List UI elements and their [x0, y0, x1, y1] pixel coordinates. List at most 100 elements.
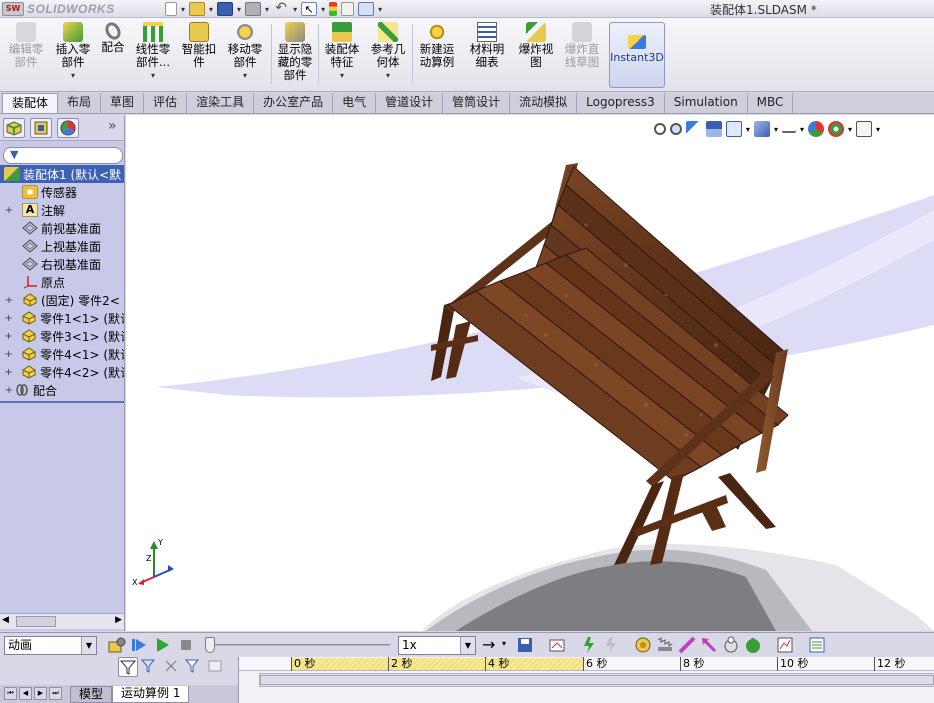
file-properties-icon[interactable] [341, 2, 355, 16]
tree-expander[interactable]: + [4, 349, 13, 360]
filter-selected-icon[interactable] [162, 657, 182, 677]
new-document-icon[interactable] [165, 2, 177, 16]
save-icon[interactable] [217, 2, 234, 16]
tab-simulation[interactable]: Simulation [665, 93, 748, 113]
tab-assembly[interactable]: 装配体 [2, 93, 59, 113]
tab-sketch[interactable]: 草图 [101, 93, 145, 113]
study-type-select[interactable]: 动画 ▼ [4, 636, 97, 655]
linear-pattern-dropdown-icon[interactable]: ▾ [151, 69, 155, 82]
bench-model-render[interactable] [126, 115, 934, 631]
tab-model[interactable]: 模型 [70, 686, 113, 703]
next-tab-icon[interactable]: ▶ [34, 687, 47, 700]
display-manager-tab-icon[interactable] [57, 118, 79, 138]
edit-component-button[interactable]: 编辑零 部件 [4, 22, 48, 88]
solidworks-logo[interactable]: SW SOLIDWORKS [2, 1, 115, 17]
print-icon[interactable] [245, 2, 262, 16]
tree-expander[interactable]: + [4, 331, 13, 342]
tab-office-products[interactable]: 办公室产品 [254, 93, 334, 113]
filter-animated-icon[interactable] [118, 657, 138, 677]
view-settings-dropdown-icon[interactable]: ▾ [876, 125, 880, 134]
tab-motion-study-1[interactable]: 运动算例 1 [112, 686, 190, 703]
reference-geometry-button[interactable]: 参考几 何体 ▾ [366, 22, 410, 88]
move-component-button[interactable]: 移动零 部件 ▾ [222, 22, 268, 88]
tree-expander[interactable]: + [4, 367, 13, 378]
insert-component-button[interactable]: 插入零 部件 ▾ [50, 22, 96, 88]
playback-mode-icon[interactable]: → [482, 636, 500, 654]
expand-panel-icon[interactable]: » [108, 118, 117, 134]
zoom-to-fit-icon[interactable] [653, 123, 666, 135]
tree-item-part2-fixed[interactable]: + (固定) 零件2< [0, 291, 124, 309]
hide-show-items-icon[interactable] [781, 125, 796, 133]
timeline-scrollbar-thumb[interactable] [260, 675, 934, 685]
playback-slider-thumb[interactable] [205, 637, 215, 653]
tree-item-top-plane[interactable]: 上视基准面 [0, 237, 124, 255]
add-key-icon[interactable] [602, 636, 620, 654]
playback-mode-dropdown-icon[interactable]: ▾ [502, 639, 506, 648]
view-settings-icon[interactable] [855, 121, 872, 137]
scroll-left-icon[interactable]: ◀ [2, 615, 9, 625]
graphics-viewport[interactable]: ▾ ▾ ▾ ▾ ▾ Y Z X [126, 115, 934, 631]
bom-button[interactable]: 材料明 细表 [465, 22, 509, 88]
scrollbar-thumb[interactable] [16, 616, 56, 627]
first-tab-icon[interactable]: ⏮ [4, 687, 17, 700]
assembly-feature-button[interactable]: 装配体 特征 ▾ [320, 22, 364, 88]
undo-dropdown-icon[interactable]: ▾ [293, 5, 297, 14]
damper-icon[interactable] [678, 636, 696, 654]
options-icon[interactable] [358, 2, 375, 16]
tree-filter-input[interactable]: ▼ [3, 147, 123, 164]
assembly-feature-dropdown-icon[interactable]: ▾ [340, 69, 344, 82]
tree-item-part3[interactable]: + 零件3<1> (默认 [0, 327, 124, 345]
reference-geometry-dropdown-icon[interactable]: ▾ [386, 69, 390, 82]
stop-icon[interactable] [177, 636, 195, 654]
undo-icon[interactable]: ↶ [273, 1, 289, 16]
tree-rollback-bar[interactable] [0, 401, 124, 403]
explode-line-sketch-button[interactable]: 爆炸直 线草图 [559, 22, 605, 88]
tab-layout[interactable]: 布局 [58, 93, 102, 113]
results-plots-icon[interactable] [776, 636, 794, 654]
last-tab-icon[interactable]: ⏭ [49, 687, 62, 700]
exploded-view-button[interactable]: 爆炸视 图 [514, 22, 558, 88]
edit-appearance-icon[interactable] [807, 121, 824, 137]
print-dropdown-icon[interactable]: ▾ [265, 5, 269, 14]
tab-flow-simulation[interactable]: 流动模拟 [510, 93, 578, 113]
tree-expander[interactable]: + [4, 313, 13, 324]
tab-electrical[interactable]: 电气 [333, 93, 377, 113]
playback-slider-track[interactable] [208, 644, 390, 646]
tree-item-sensors[interactable]: 传感器 [0, 183, 124, 201]
tree-item-annotations[interactable]: + A 注解 [0, 201, 124, 219]
insert-component-dropdown-icon[interactable]: ▾ [71, 69, 75, 82]
previous-tab-icon[interactable]: ◀ [19, 687, 32, 700]
new-motion-study-button[interactable]: 新建运 动算例 [415, 22, 459, 88]
tree-item-part1[interactable]: + 零件1<1> (默认 [0, 309, 124, 327]
study-type-dropdown-icon[interactable]: ▼ [81, 637, 96, 654]
save-dropdown-icon[interactable]: ▾ [237, 5, 241, 14]
tree-root-assembly[interactable]: 装配体1 (默认<默 [0, 165, 124, 183]
rebuild-icon[interactable] [329, 2, 338, 16]
view-orientation-dropdown-icon[interactable]: ▾ [746, 125, 750, 134]
tree-item-part4-2[interactable]: + 零件4<2> (默认 [0, 363, 124, 381]
tree-item-mates[interactable]: + 配合 [0, 381, 124, 399]
instant3d-button[interactable]: Instant3D [609, 22, 665, 88]
timeline-area[interactable]: 0 秒 2 秒 4 秒 6 秒 8 秒 10 秒 12 秒 [238, 657, 934, 703]
collapse-tree-icon[interactable] [206, 657, 226, 677]
section-view-icon[interactable] [705, 121, 722, 137]
save-animation-icon[interactable] [516, 636, 534, 654]
tree-item-part4-1[interactable]: + 零件4<1> (默认 [0, 345, 124, 363]
apply-scene-dropdown-icon[interactable]: ▾ [848, 125, 852, 134]
spring-icon[interactable] [656, 636, 674, 654]
options-dropdown-icon[interactable]: ▾ [378, 5, 382, 14]
tab-tubing[interactable]: 管筒设计 [443, 93, 511, 113]
tree-item-front-plane[interactable]: 前视基准面 [0, 219, 124, 237]
smart-fastener-button[interactable]: 智能扣 件 [177, 22, 221, 88]
tab-mbc[interactable]: MBC [748, 93, 794, 113]
playback-speed-dropdown-icon[interactable]: ▼ [460, 637, 475, 654]
property-manager-tab-icon[interactable] [30, 118, 52, 138]
tree-horizontal-scrollbar[interactable]: ◀ ▶ [0, 613, 124, 629]
display-style-icon[interactable] [753, 121, 770, 137]
animation-wizard-icon[interactable] [548, 636, 566, 654]
linear-pattern-button[interactable]: 线性零 部件... ▾ [131, 22, 175, 88]
new-dropdown-icon[interactable]: ▾ [181, 5, 185, 14]
move-component-dropdown-icon[interactable]: ▾ [243, 69, 247, 82]
tree-expander[interactable]: + [4, 295, 14, 306]
previous-view-icon[interactable] [685, 121, 702, 137]
